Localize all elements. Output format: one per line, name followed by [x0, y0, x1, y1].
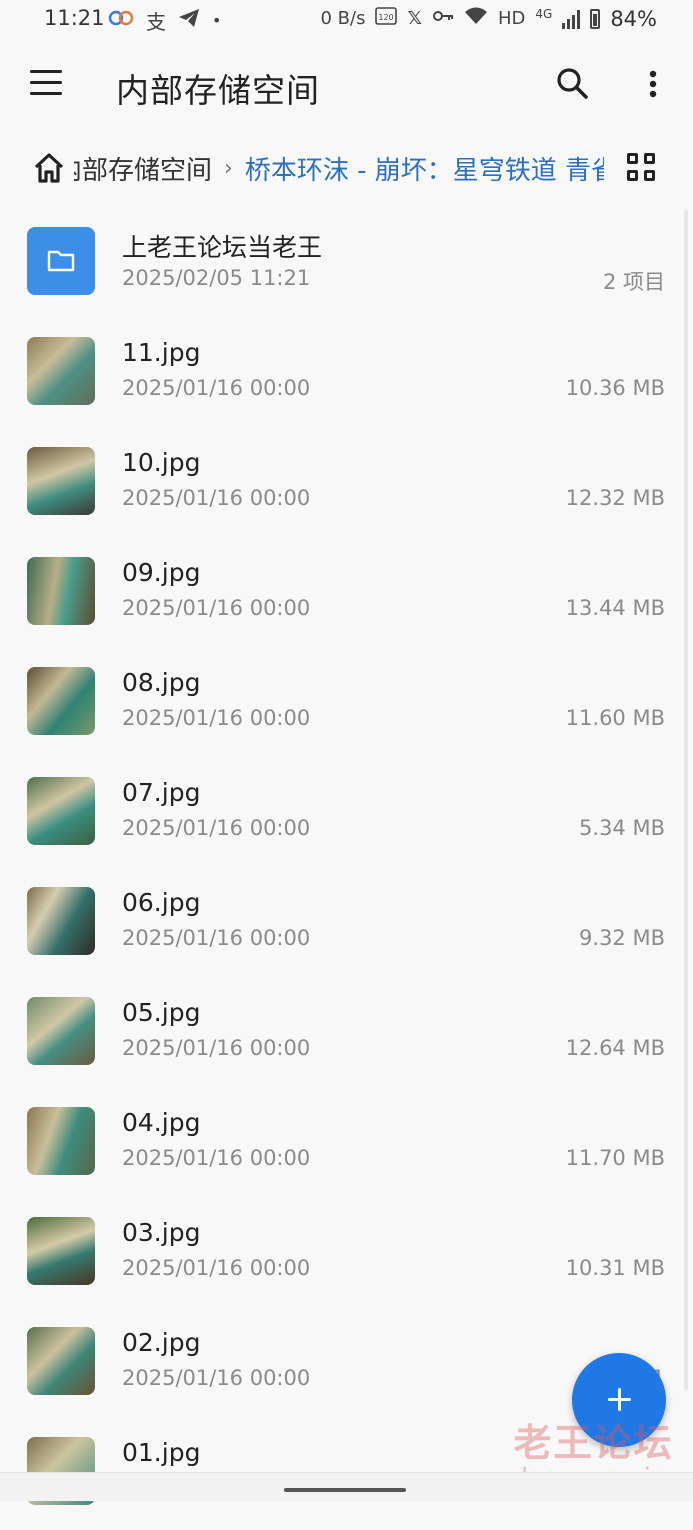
file-size: 5.34 MB [579, 816, 665, 840]
file-name: 07.jpg [122, 778, 201, 807]
grid-view-icon[interactable] [627, 153, 659, 185]
file-row[interactable]: 05.jpg 2025/01/16 00:00 12.64 MB [0, 980, 685, 1090]
file-size: 11.70 MB [565, 1146, 665, 1170]
file-date: 2025/02/05 11:21 [122, 266, 311, 290]
file-date: 2025/01/16 00:00 [122, 816, 311, 840]
x-icon: 𝕏 [407, 8, 422, 29]
image-thumbnail [27, 1107, 95, 1175]
navigation-bar [0, 1472, 693, 1501]
image-thumbnail [27, 887, 95, 955]
file-date: 2025/01/16 00:00 [122, 376, 311, 400]
file-date: 2025/01/16 00:00 [122, 706, 311, 730]
status-time: 11:21 [44, 6, 105, 30]
file-name: 04.jpg [122, 1108, 201, 1137]
file-row[interactable]: 09.jpg 2025/01/16 00:00 13.44 MB [0, 540, 685, 650]
file-name: 11.jpg [122, 338, 201, 367]
file-name: 01.jpg [122, 1438, 201, 1467]
wifi-icon [464, 6, 488, 31]
file-row[interactable]: 11.jpg 2025/01/16 00:00 10.36 MB [0, 320, 685, 430]
status-bar: 11:21 支 • 0 B/s 120 𝕏 HD 4G 84% [0, 0, 693, 40]
file-size: 11.60 MB [565, 706, 665, 730]
image-thumbnail [27, 667, 95, 735]
alipay-icon: 支 [146, 10, 166, 34]
chevron-right-icon: › [224, 156, 233, 181]
svg-text:120: 120 [379, 13, 394, 22]
image-thumbnail [27, 997, 95, 1065]
file-size: 9.32 MB [579, 926, 665, 950]
file-date: 2025/01/16 00:00 [122, 926, 311, 950]
image-thumbnail [27, 1327, 95, 1395]
home-indicator[interactable] [284, 1488, 406, 1492]
file-size: 10.36 MB [565, 376, 665, 400]
top-app-bar: 内部存储空间 [0, 40, 693, 130]
link-app-icon [108, 8, 134, 33]
file-size: 12.64 MB [565, 1036, 665, 1060]
page-title: 内部存储空间 [116, 71, 320, 110]
breadcrumb: 内部存储空间 › 桥本环沫 - 崩坏：星穹铁道 青雀 [0, 140, 693, 196]
file-row[interactable]: 04.jpg 2025/01/16 00:00 11.70 MB [0, 1090, 685, 1200]
folder-row[interactable]: 上老王论坛当老王 2025/02/05 11:21 2 项目 [0, 210, 685, 320]
file-name: 08.jpg [122, 668, 201, 697]
image-thumbnail [27, 1217, 95, 1285]
120hz-icon: 120 [375, 6, 398, 31]
item-count: 2 项目 [602, 270, 665, 294]
file-date: 2025/01/16 00:00 [122, 486, 311, 510]
file-row[interactable]: 08.jpg 2025/01/16 00:00 11.60 MB [0, 650, 685, 760]
breadcrumb-current[interactable]: 桥本环沫 - 崩坏：星穹铁道 青雀 [245, 150, 604, 187]
breadcrumb-parent[interactable]: 内部存储空间 [74, 150, 212, 187]
file-row[interactable]: 07.jpg 2025/01/16 00:00 5.34 MB [0, 760, 685, 870]
file-size: 10.31 MB [565, 1256, 665, 1280]
menu-icon[interactable] [30, 70, 64, 96]
net-speed: 0 B/s [320, 8, 366, 29]
vpn-key-icon [432, 6, 454, 31]
file-date: 2025/01/16 00:00 [122, 1256, 311, 1280]
telegram-icon [178, 8, 200, 33]
file-date: 2025/01/16 00:00 [122, 1036, 311, 1060]
hd-label: HD [497, 8, 526, 29]
file-date: 2025/01/16 00:00 [122, 1146, 311, 1170]
file-row[interactable]: 06.jpg 2025/01/16 00:00 9.32 MB [0, 870, 685, 980]
file-name: 03.jpg [122, 1218, 201, 1247]
file-name: 09.jpg [122, 558, 201, 587]
file-row[interactable]: 10.jpg 2025/01/16 00:00 12.32 MB [0, 430, 685, 540]
dot-icon: • [212, 11, 222, 30]
file-name: 06.jpg [122, 888, 201, 917]
file-name: 上老王论坛当老王 [122, 233, 323, 262]
folder-icon [27, 227, 95, 295]
file-name: 05.jpg [122, 998, 201, 1027]
file-row[interactable]: 03.jpg 2025/01/16 00:00 10.31 MB [0, 1200, 685, 1310]
battery-icon [590, 8, 601, 29]
battery-percent: 84% [610, 6, 657, 31]
more-vert-icon[interactable] [640, 66, 666, 106]
watermark-text-cn: 老王论坛 [513, 1421, 674, 1465]
signal-icon [562, 9, 581, 29]
search-icon[interactable] [553, 64, 593, 104]
scrollbar[interactable] [684, 210, 688, 1390]
image-thumbnail [27, 557, 95, 625]
file-size: 13.44 MB [565, 596, 665, 620]
file-name: 10.jpg [122, 448, 201, 477]
image-thumbnail [27, 337, 95, 405]
image-thumbnail [27, 777, 95, 845]
file-name: 02.jpg [122, 1328, 201, 1357]
file-size: 12.32 MB [565, 486, 665, 510]
image-thumbnail [27, 447, 95, 515]
home-icon[interactable] [32, 152, 66, 184]
file-date: 2025/01/16 00:00 [122, 1366, 311, 1390]
file-date: 2025/01/16 00:00 [122, 596, 311, 620]
network-type: 4G [535, 6, 553, 21]
